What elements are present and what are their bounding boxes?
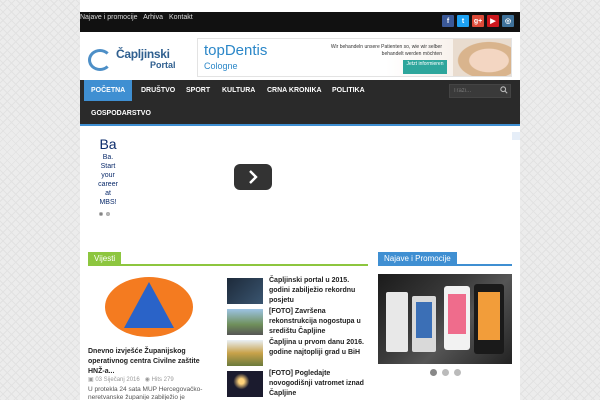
news-thumb	[227, 309, 263, 335]
top-link-najave[interactable]: Najave i promocije	[80, 14, 138, 21]
top-links: Najave i promocije Arhiva Kontakt	[80, 14, 197, 21]
search-icon[interactable]	[500, 86, 508, 94]
banner-photo	[453, 39, 511, 76]
instagram-icon[interactable]: ◎	[502, 15, 514, 27]
top-link-kontakt[interactable]: Kontakt	[169, 14, 193, 21]
featured-title[interactable]: Dnevno izvješće Županijskog operativnog …	[88, 347, 218, 377]
calendar-icon: ▣	[88, 377, 94, 383]
twitter-icon[interactable]: t	[457, 15, 469, 27]
chevron-right-icon	[249, 170, 258, 184]
promo-dot-2[interactable]	[442, 369, 449, 376]
banner-brand: topDentis	[204, 42, 268, 59]
ad-dot-2[interactable]	[106, 212, 110, 216]
nav-item-kultura[interactable]: KULTURA	[215, 80, 262, 101]
news-thumb	[227, 340, 263, 366]
ad-dot-1[interactable]	[99, 212, 103, 216]
promo-section-title[interactable]: Najave i Promocije	[378, 252, 457, 266]
featured-image[interactable]	[104, 276, 194, 338]
news-section-title[interactable]: Vijesti	[88, 252, 122, 266]
promo-dot-3[interactable]	[454, 369, 461, 376]
facebook-icon[interactable]: f	[442, 15, 454, 27]
news-title[interactable]: [FOTO] Pogledajte novogodišnji vatromet …	[269, 369, 369, 399]
nav-item-politika[interactable]: POLITIKA	[325, 80, 372, 101]
featured-date: 03 Siječanj 2016	[95, 377, 140, 383]
top-link-arhiva[interactable]: Arhiva	[143, 14, 163, 21]
banner-cta-button[interactable]: Jetzt informieren	[403, 60, 447, 74]
featured-meta: ▣ 03 Siječanj 2016 ◉ Hits 279	[88, 376, 174, 383]
featured-hits: Hits 279	[151, 377, 174, 383]
eye-icon: ◉	[144, 377, 150, 383]
news-thumb	[227, 278, 263, 304]
nav-item-crna-kronika[interactable]: CRNA KRONIKA	[260, 80, 329, 101]
promo-slider-image[interactable]	[378, 274, 512, 364]
nav-item-gospodarstvo[interactable]: GOSPODARSTVO	[84, 103, 158, 124]
promo-slider-pagination	[430, 369, 461, 376]
promo-section-header: Najave i Promocije	[378, 252, 512, 266]
news-section-header: Vijesti	[88, 252, 368, 266]
civil-protection-logo-icon	[105, 277, 193, 337]
news-title[interactable]: Čapljina u prvom danu 2016. godine najto…	[269, 338, 369, 358]
featured-excerpt: U protekla 24 sata MUP Hercegovačko-nere…	[88, 386, 203, 400]
ad-title: Ba	[99, 136, 117, 152]
news-title[interactable]: Čapljinski portal u 2015. godini zabilje…	[269, 276, 369, 306]
youtube-icon[interactable]: ▶	[487, 15, 499, 27]
top-bar: Najave i promocije Arhiva Kontakt f t g+…	[80, 12, 520, 32]
nav-item-pocetna[interactable]: POČETNA	[84, 80, 133, 101]
ad-slider: Ba Ba. Start your career at MBS!	[80, 132, 520, 242]
googleplus-icon[interactable]: g+	[472, 15, 484, 27]
header-ad-banner[interactable]: topDentis Cologne Wir behandeln unsere P…	[197, 38, 512, 77]
ad-next-button[interactable]	[234, 164, 272, 190]
phones-photo	[386, 284, 504, 354]
ad-body: Ba. Start your career at MBS!	[98, 154, 118, 206]
site-logo[interactable]: Čapljinski Portal	[88, 47, 188, 73]
ad-pagination	[99, 212, 110, 216]
promo-dot-1[interactable]	[430, 369, 437, 376]
logo-mark-icon	[88, 49, 112, 71]
nav-item-drustvo[interactable]: DRUŠTVO	[134, 80, 182, 101]
ad-choices-icon[interactable]	[512, 132, 520, 140]
news-title[interactable]: [FOTO] Završena rekonstrukcija nogostupa…	[269, 307, 369, 337]
banner-brand-city: Cologne	[204, 61, 238, 71]
logo-line2: Portal	[150, 60, 176, 70]
logo-line1: Čapljinski	[116, 47, 170, 61]
ad-text[interactable]: Ba Ba. Start your career at MBS!	[96, 135, 120, 207]
main-navigation: POČETNA DRUŠTVO SPORT KULTURA CRNA KRONI…	[80, 80, 520, 126]
page-container: Najave i promocije Arhiva Kontakt f t g+…	[80, 0, 520, 400]
banner-tagline: Wir behandeln unsere Patienten so, wie w…	[330, 44, 442, 57]
social-links: f t g+ ▶ ◎	[442, 15, 514, 27]
news-thumb	[227, 371, 263, 397]
nav-item-sport[interactable]: SPORT	[179, 80, 217, 101]
